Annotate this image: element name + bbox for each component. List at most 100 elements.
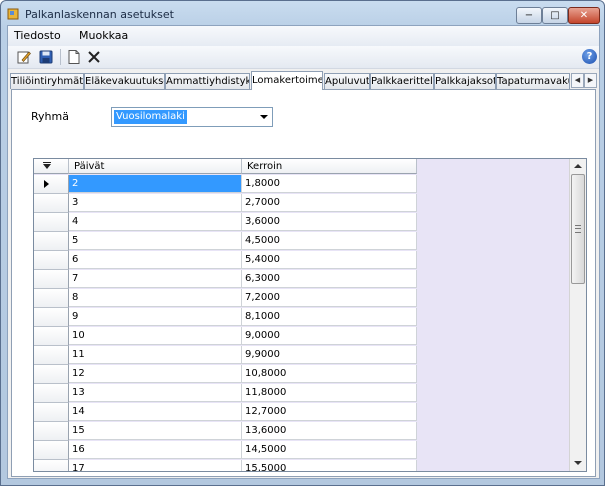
table-row[interactable]: 11 9,9000 bbox=[34, 346, 417, 365]
table-row[interactable]: 4 3,6000 bbox=[34, 213, 417, 232]
table-row[interactable]: 7 6,3000 bbox=[34, 270, 417, 289]
row-header[interactable] bbox=[34, 213, 69, 232]
table-row[interactable]: 3 2,7000 bbox=[34, 194, 417, 213]
cell-kerroin[interactable]: 9,9000 bbox=[242, 346, 417, 364]
cell-kerroin[interactable]: 12,7000 bbox=[242, 403, 417, 421]
row-header[interactable] bbox=[34, 194, 69, 213]
current-row-arrow-icon bbox=[44, 180, 49, 188]
cell-kerroin[interactable]: 11,8000 bbox=[242, 384, 417, 402]
row-header[interactable] bbox=[34, 460, 69, 471]
chevron-down-icon[interactable] bbox=[260, 115, 268, 119]
table-row[interactable]: 8 7,2000 bbox=[34, 289, 417, 308]
maximize-button[interactable]: □ bbox=[542, 7, 568, 24]
cell-paivat[interactable]: 4 bbox=[69, 213, 242, 231]
cell-paivat[interactable]: 12 bbox=[69, 365, 242, 383]
close-button[interactable]: ✕ bbox=[568, 7, 600, 24]
menu-bar: Tiedosto Muokkaa bbox=[8, 26, 599, 46]
table-row[interactable]: 17 15,5000 bbox=[34, 460, 417, 471]
cell-paivat[interactable]: 8 bbox=[69, 289, 242, 307]
cell-paivat[interactable]: 15 bbox=[69, 422, 242, 440]
cell-kerroin[interactable]: 10,8000 bbox=[242, 365, 417, 383]
vertical-scrollbar[interactable] bbox=[569, 159, 586, 471]
tab-apuluvut[interactable]: Apuluvut bbox=[324, 73, 370, 89]
ryhma-dropdown[interactable]: Vuosilomalaki bbox=[111, 107, 273, 127]
cell-paivat[interactable]: 7 bbox=[69, 270, 242, 288]
filter-icon[interactable] bbox=[43, 162, 51, 169]
cell-paivat[interactable]: 3 bbox=[69, 194, 242, 212]
table-row[interactable]: 15 13,6000 bbox=[34, 422, 417, 441]
cell-kerroin[interactable]: 15,5000 bbox=[242, 460, 417, 471]
row-header[interactable] bbox=[34, 327, 69, 346]
minimize-button[interactable]: − bbox=[516, 7, 542, 24]
cell-kerroin[interactable]: 9,0000 bbox=[242, 327, 417, 345]
row-header[interactable] bbox=[34, 232, 69, 251]
column-header-kerroin[interactable]: Kerroin bbox=[242, 159, 417, 174]
scroll-thumb[interactable] bbox=[571, 174, 585, 284]
menu-tiedosto[interactable]: Tiedosto bbox=[14, 29, 61, 42]
tab-palkkajaksot[interactable]: Palkkajaksot bbox=[434, 73, 496, 89]
table-row[interactable]: 16 14,5000 bbox=[34, 441, 417, 460]
help-icon[interactable]: ? bbox=[582, 49, 597, 64]
cell-paivat[interactable]: 14 bbox=[69, 403, 242, 421]
row-header[interactable] bbox=[34, 270, 69, 289]
cell-paivat[interactable]: 9 bbox=[69, 308, 242, 326]
cell-kerroin[interactable]: 2,7000 bbox=[242, 194, 417, 212]
cell-kerroin[interactable]: 13,6000 bbox=[242, 422, 417, 440]
table-row[interactable]: 6 5,4000 bbox=[34, 251, 417, 270]
tab-tapaturmavakuutus[interactable]: Tapaturmavaku bbox=[496, 73, 570, 89]
delete-icon[interactable] bbox=[86, 49, 102, 65]
title-bar[interactable]: Palkanlaskennan asetukset − □ ✕ bbox=[1, 1, 604, 25]
tab-palkkaerittely[interactable]: Palkkaerittely bbox=[370, 73, 434, 89]
cell-paivat[interactable]: 6 bbox=[69, 251, 242, 269]
new-document-icon[interactable] bbox=[66, 49, 82, 65]
row-header[interactable] bbox=[34, 251, 69, 270]
cell-kerroin[interactable]: 7,2000 bbox=[242, 289, 417, 307]
scroll-up-icon[interactable] bbox=[574, 164, 582, 168]
row-header[interactable] bbox=[34, 175, 69, 194]
tab-lomakertoimet[interactable]: Lomakertoimet bbox=[251, 71, 323, 90]
cell-paivat[interactable]: 17 bbox=[69, 460, 242, 471]
cell-paivat[interactable]: 16 bbox=[69, 441, 242, 459]
row-header[interactable] bbox=[34, 308, 69, 327]
menu-muokkaa[interactable]: Muokkaa bbox=[79, 29, 128, 42]
cell-paivat[interactable]: 5 bbox=[69, 232, 242, 250]
table-row[interactable]: 9 8,1000 bbox=[34, 308, 417, 327]
cell-kerroin[interactable]: 3,6000 bbox=[242, 213, 417, 231]
table-row[interactable]: 5 4,5000 bbox=[34, 232, 417, 251]
cell-paivat[interactable]: 10 bbox=[69, 327, 242, 345]
scroll-down-icon[interactable] bbox=[574, 461, 582, 465]
cell-kerroin[interactable]: 8,1000 bbox=[242, 308, 417, 326]
tab-elakevakuutukset[interactable]: Eläkevakuutukset bbox=[84, 73, 165, 89]
grid-corner[interactable] bbox=[34, 159, 69, 174]
table-row[interactable]: 2 1,8000 bbox=[34, 175, 417, 194]
tab-strip: Tiliöintiryhmät Eläkevakuutukset Ammatti… bbox=[8, 71, 599, 90]
row-header[interactable] bbox=[34, 346, 69, 365]
cell-kerroin[interactable]: 6,3000 bbox=[242, 270, 417, 288]
cell-paivat[interactable]: 11 bbox=[69, 346, 242, 364]
kerroin-grid[interactable]: Päivät Kerroin 2 1,8000 3 2,7000 4 3,6000 5 4,5… bbox=[33, 158, 587, 472]
row-header[interactable] bbox=[34, 403, 69, 422]
cell-kerroin[interactable]: 1,8000 bbox=[242, 175, 417, 193]
cell-kerroin[interactable]: 14,5000 bbox=[242, 441, 417, 459]
cell-paivat[interactable]: 13 bbox=[69, 384, 242, 402]
row-header[interactable] bbox=[34, 384, 69, 403]
tab-scroll-left-icon[interactable]: ◀ bbox=[571, 73, 584, 88]
table-row[interactable]: 13 11,8000 bbox=[34, 384, 417, 403]
table-row[interactable]: 14 12,7000 bbox=[34, 403, 417, 422]
row-header[interactable] bbox=[34, 365, 69, 384]
tab-scroll-right-icon[interactable]: ▶ bbox=[584, 73, 597, 88]
save-icon[interactable] bbox=[38, 49, 54, 65]
table-row[interactable]: 10 9,0000 bbox=[34, 327, 417, 346]
edit-icon[interactable] bbox=[16, 49, 32, 65]
row-header[interactable] bbox=[34, 289, 69, 308]
row-header[interactable] bbox=[34, 422, 69, 441]
cell-kerroin[interactable]: 4,5000 bbox=[242, 232, 417, 250]
table-row[interactable]: 12 10,8000 bbox=[34, 365, 417, 384]
row-header[interactable] bbox=[34, 441, 69, 460]
cell-paivat[interactable]: 2 bbox=[69, 175, 242, 193]
column-header-paivat[interactable]: Päivät bbox=[69, 159, 242, 174]
cell-kerroin[interactable]: 5,4000 bbox=[242, 251, 417, 269]
tab-ammattiyhdistykset[interactable]: Ammattiyhdistykset bbox=[165, 73, 250, 89]
toolbar: ? bbox=[8, 46, 599, 69]
tab-tilointiryhmat[interactable]: Tiliöintiryhmät bbox=[10, 73, 84, 89]
